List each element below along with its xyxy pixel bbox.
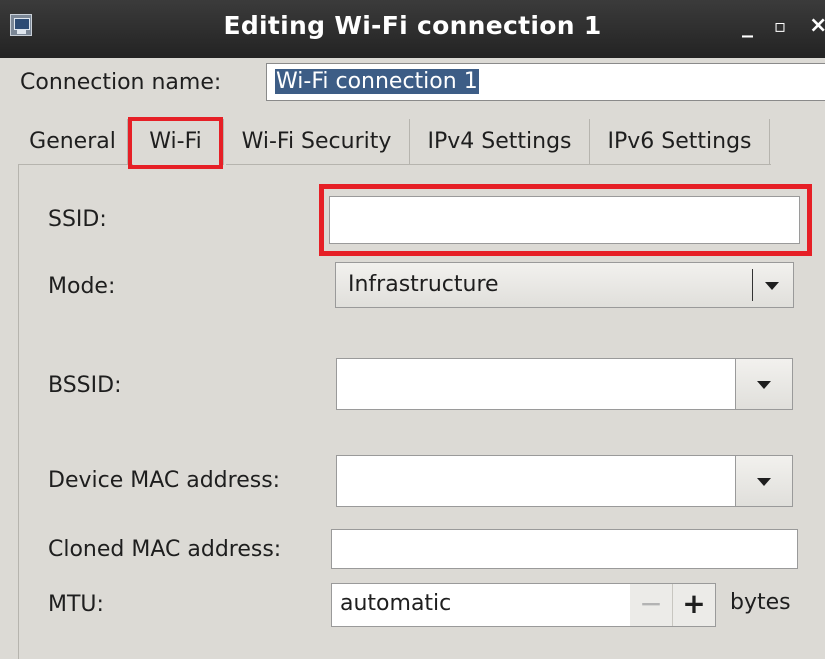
bssid-dropdown-button[interactable] <box>736 358 793 410</box>
combo-separator <box>752 269 753 301</box>
tab-wifi-security[interactable]: Wi-Fi Security <box>223 119 410 165</box>
tab-ipv4-settings[interactable]: IPv4 Settings <box>410 119 590 165</box>
minimize-button[interactable]: _ <box>742 13 753 38</box>
window-title: Editing Wi-Fi connection 1 <box>223 11 602 40</box>
mtu-increment-button[interactable]: + <box>672 584 715 626</box>
device-mac-input[interactable] <box>336 455 736 507</box>
mode-value: Infrastructure <box>348 272 499 297</box>
connection-name-value: Wi-Fi connection 1 <box>275 69 479 94</box>
mtu-decrement-button[interactable]: − <box>630 584 672 626</box>
mtu-value: automatic <box>340 591 452 616</box>
bssid-combo <box>336 358 793 410</box>
tab-wifi[interactable]: Wi-Fi <box>128 119 223 165</box>
bssid-label: BSSID: <box>48 373 122 398</box>
mode-select[interactable]: Infrastructure <box>335 262 794 308</box>
maximize-button[interactable]: ▫ <box>774 16 786 37</box>
ssid-input[interactable] <box>329 196 800 244</box>
device-mac-combo <box>336 455 793 507</box>
mtu-unit-label: bytes <box>730 590 791 615</box>
title-bar: Editing Wi-Fi connection 1 _ ▫ × <box>0 0 825 58</box>
tab-ipv6-settings[interactable]: IPv6 Settings <box>590 119 770 165</box>
tab-general[interactable]: General <box>18 119 128 165</box>
chevron-down-icon <box>765 282 779 290</box>
device-mac-dropdown-button[interactable] <box>736 455 793 507</box>
mode-label: Mode: <box>48 274 116 299</box>
chevron-down-icon <box>757 478 771 486</box>
chevron-down-icon <box>757 381 771 389</box>
cloned-mac-label: Cloned MAC address: <box>48 537 282 562</box>
mtu-label: MTU: <box>48 592 104 617</box>
device-mac-label: Device MAC address: <box>48 468 281 493</box>
connection-name-label: Connection name: <box>20 70 222 95</box>
bssid-input[interactable] <box>336 358 736 410</box>
cloned-mac-input[interactable] <box>331 529 798 569</box>
mtu-spinbox[interactable]: automatic − + <box>331 583 716 627</box>
close-button[interactable]: × <box>809 13 825 38</box>
connection-name-input[interactable]: Wi-Fi connection 1 <box>266 63 825 101</box>
ssid-label: SSID: <box>48 207 107 232</box>
